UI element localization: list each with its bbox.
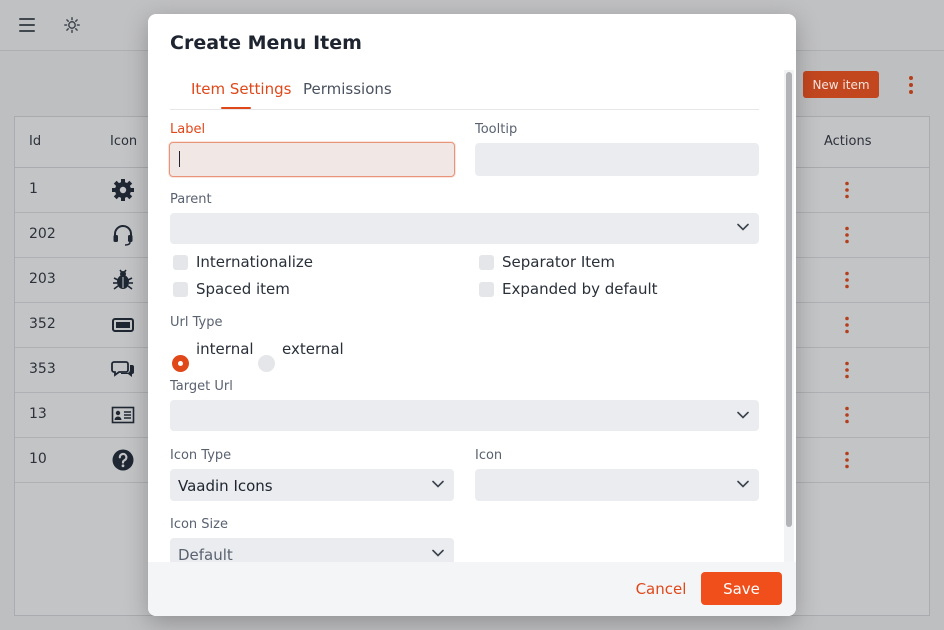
bug-icon bbox=[113, 269, 133, 290]
url-type-internal-label[interactable]: internal bbox=[196, 340, 254, 358]
user-card-icon bbox=[111, 406, 135, 424]
dialog-scroll-area[interactable]: Item Settings Permissions Label Tooltip … bbox=[148, 70, 796, 562]
spaced-item-label[interactable]: Spaced item bbox=[196, 280, 290, 298]
chevron-down-icon bbox=[737, 223, 749, 231]
chat-icon bbox=[111, 361, 134, 377]
row-actions-icon[interactable] bbox=[842, 271, 852, 289]
internationalize-checkbox[interactable] bbox=[173, 255, 188, 270]
icon-type-field-label: Icon Type bbox=[170, 448, 232, 463]
target-url-field-label: Target Url bbox=[170, 379, 233, 394]
url-type-field-label: Url Type bbox=[170, 315, 223, 330]
chevron-down-icon bbox=[432, 480, 444, 488]
row-actions-icon[interactable] bbox=[842, 361, 852, 379]
sun-icon[interactable] bbox=[64, 17, 80, 33]
row-id: 202 bbox=[29, 226, 56, 242]
text-caret bbox=[179, 151, 180, 167]
icon-type-value: Vaadin Icons bbox=[178, 477, 273, 495]
column-header-actions[interactable]: Actions bbox=[824, 134, 872, 149]
row-id: 1 bbox=[29, 181, 38, 197]
icon-select[interactable] bbox=[475, 469, 759, 501]
tab-permissions[interactable]: Permissions bbox=[303, 80, 392, 98]
new-item-button[interactable]: New item bbox=[803, 71, 879, 98]
row-actions-icon[interactable] bbox=[842, 316, 852, 334]
row-id: 203 bbox=[29, 271, 56, 287]
icon-size-select[interactable]: Default bbox=[170, 538, 454, 562]
dialog-footer: Cancel Save bbox=[148, 562, 796, 616]
label-input[interactable] bbox=[169, 142, 455, 177]
url-type-external-label[interactable]: external bbox=[282, 340, 344, 358]
column-header-id[interactable]: Id bbox=[29, 134, 41, 149]
battery-icon bbox=[112, 318, 134, 332]
chevron-down-icon bbox=[737, 411, 749, 419]
row-id: 10 bbox=[29, 451, 47, 467]
row-id: 13 bbox=[29, 406, 47, 422]
save-button[interactable]: Save bbox=[701, 572, 782, 605]
dialog-tabs: Item Settings Permissions bbox=[170, 70, 759, 110]
tooltip-field-label: Tooltip bbox=[475, 122, 518, 137]
expanded-by-default-label[interactable]: Expanded by default bbox=[502, 280, 658, 298]
tooltip-input[interactable] bbox=[475, 143, 759, 176]
active-tab-indicator bbox=[221, 107, 251, 109]
create-menu-item-dialog: Create Menu Item Item Settings Permissio… bbox=[148, 14, 796, 616]
icon-size-field-label: Icon Size bbox=[170, 517, 228, 532]
headset-icon bbox=[113, 225, 133, 246]
internationalize-label[interactable]: Internationalize bbox=[196, 253, 313, 271]
icon-field-label: Icon bbox=[475, 448, 503, 463]
target-url-select[interactable] bbox=[170, 400, 759, 431]
label-field-label: Label bbox=[170, 122, 206, 137]
chevron-down-icon bbox=[432, 549, 444, 557]
expanded-by-default-checkbox[interactable] bbox=[479, 282, 494, 297]
separator-item-label[interactable]: Separator Item bbox=[502, 253, 615, 271]
icon-type-select[interactable]: Vaadin Icons bbox=[170, 469, 454, 501]
row-id: 352 bbox=[29, 316, 56, 332]
parent-select[interactable] bbox=[170, 213, 759, 244]
separator-item-checkbox[interactable] bbox=[479, 255, 494, 270]
column-header-icon[interactable]: Icon bbox=[110, 134, 137, 149]
row-actions-icon[interactable] bbox=[842, 226, 852, 244]
row-actions-icon[interactable] bbox=[842, 181, 852, 199]
chevron-down-icon bbox=[737, 480, 749, 488]
menu-icon[interactable] bbox=[19, 18, 35, 32]
icon-size-value: Default bbox=[178, 546, 233, 562]
parent-field-label: Parent bbox=[170, 192, 212, 207]
row-id: 353 bbox=[29, 361, 56, 377]
question-icon bbox=[112, 449, 134, 471]
cog-icon bbox=[112, 179, 134, 201]
row-actions-icon[interactable] bbox=[842, 406, 852, 424]
url-type-external-radio[interactable] bbox=[258, 355, 275, 372]
cancel-button[interactable]: Cancel bbox=[632, 573, 690, 605]
dialog-title: Create Menu Item bbox=[170, 32, 362, 54]
row-actions-icon[interactable] bbox=[842, 451, 852, 469]
url-type-internal-radio[interactable] bbox=[172, 355, 189, 372]
scrollbar-thumb[interactable] bbox=[786, 72, 792, 527]
more-options-icon[interactable] bbox=[905, 75, 917, 95]
spaced-item-checkbox[interactable] bbox=[173, 282, 188, 297]
tab-item-settings[interactable]: Item Settings bbox=[191, 80, 291, 98]
